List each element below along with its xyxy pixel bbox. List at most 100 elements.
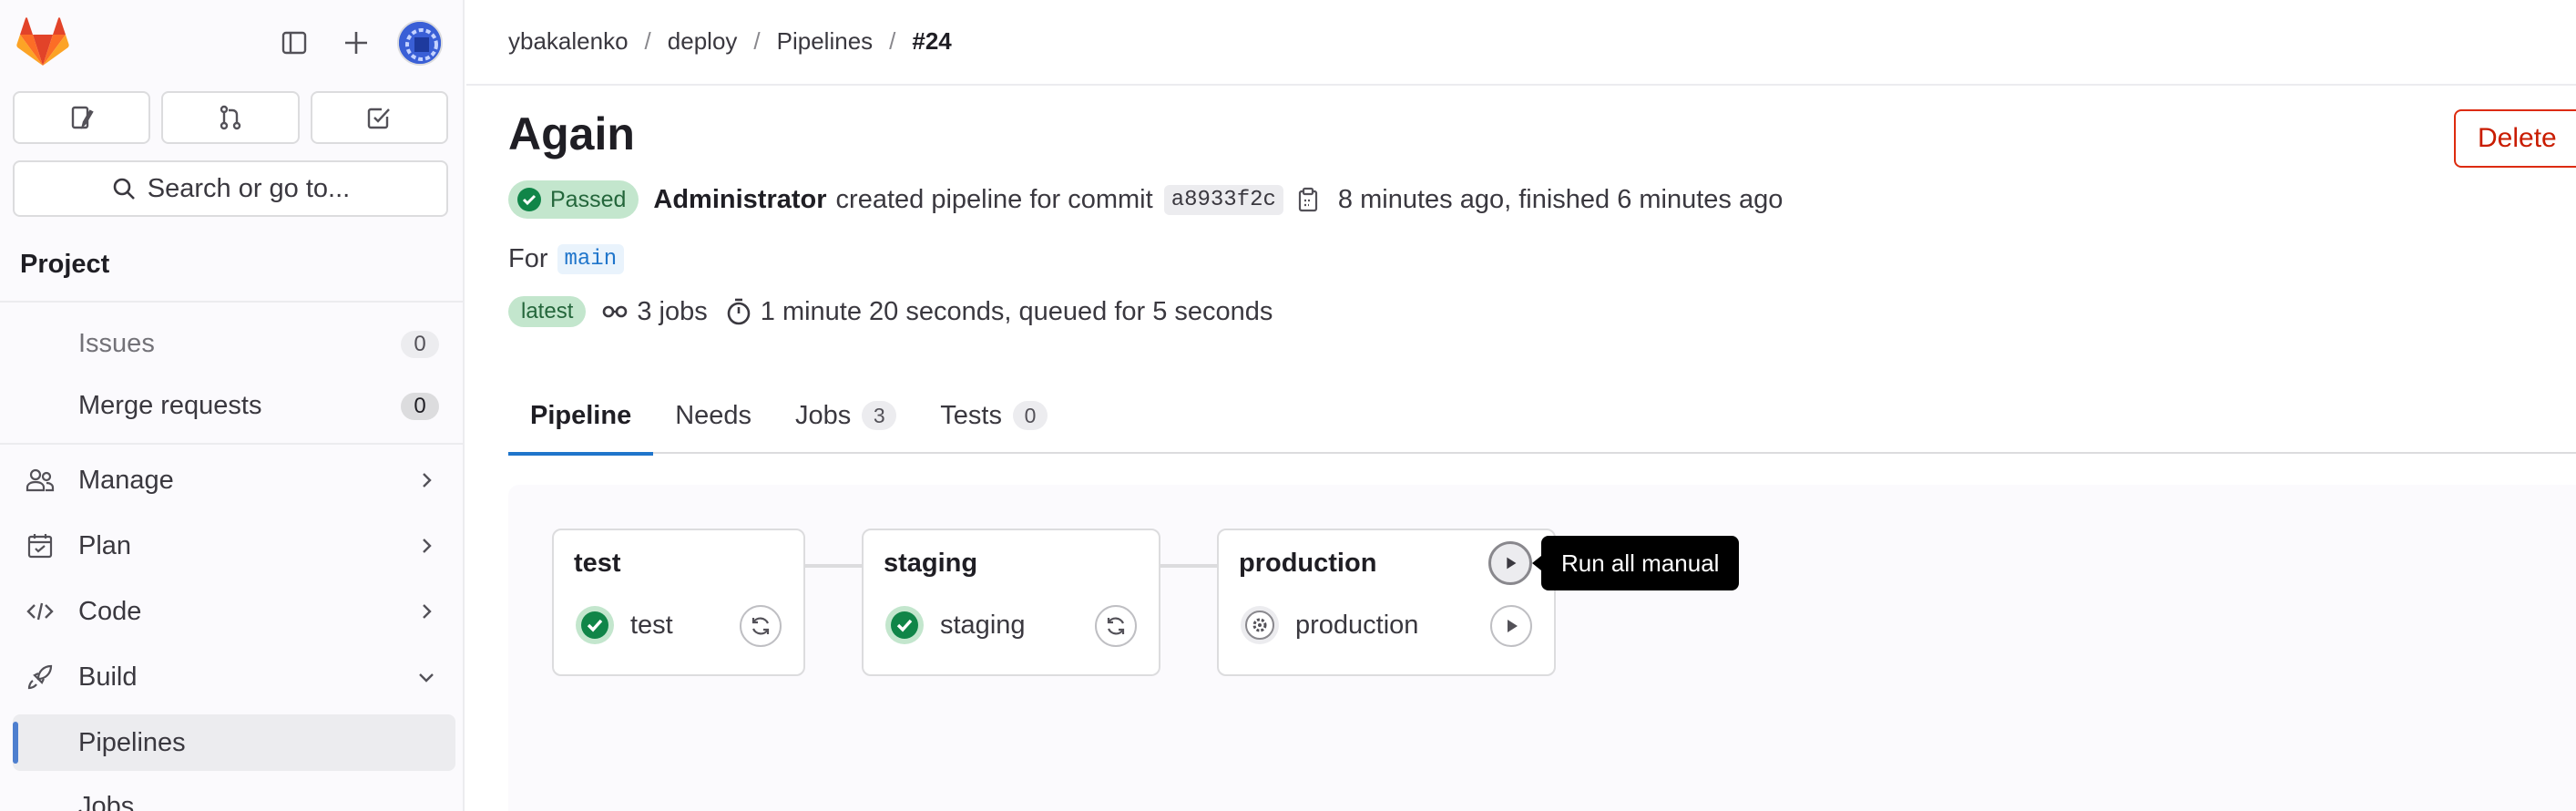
breadcrumb-current[interactable]: #24 [912, 27, 951, 56]
sidebar-item-label: Jobs [78, 791, 135, 811]
chevron-right-icon [423, 473, 432, 488]
plan-icon [27, 534, 53, 559]
code-icon [26, 602, 54, 621]
job-name: production [1295, 610, 1419, 640]
sidebar-item-merge-requests[interactable]: Merge requests 0 [13, 377, 455, 434]
sidebar-item-jobs[interactable]: Jobs [13, 778, 455, 811]
tab-needs[interactable]: Needs [653, 377, 773, 454]
job-name: staging [940, 610, 1026, 640]
play-button[interactable] [1490, 605, 1532, 647]
sidebar-counters [13, 91, 448, 144]
breadcrumb-separator: / [889, 27, 896, 55]
sidebar-item-plan[interactable]: Plan [13, 518, 455, 574]
breadcrumb: ybakalenko / deploy / Pipelines / #24 [508, 27, 952, 56]
chevron-right-icon [423, 539, 432, 553]
timer-icon [727, 298, 751, 325]
stage-title: test [574, 549, 621, 578]
pipeline-stats: latest 3 jobs 1 minute 20 seconds, queue… [508, 293, 1273, 330]
breadcrumb-pipelines[interactable]: Pipelines [777, 27, 874, 56]
search-label: Search or go to... [147, 173, 351, 203]
tab-label: Pipeline [530, 400, 632, 430]
todo-icon [368, 108, 391, 129]
run-all-manual-button[interactable] [1488, 541, 1532, 585]
issues-icon [71, 106, 94, 129]
job-staging[interactable]: staging [884, 601, 1026, 649]
sidebar-header [0, 0, 463, 87]
users-icon [26, 468, 55, 492]
commit-sha[interactable]: a8933f2c [1163, 184, 1283, 215]
user-avatar[interactable] [397, 20, 443, 66]
created-text: created pipeline for commit [835, 184, 1153, 214]
sidebar-item-manage[interactable]: Manage [13, 452, 455, 508]
stage-staging: staging staging [862, 529, 1160, 676]
time-text: 8 minutes ago, finished 6 minutes ago [1337, 184, 1784, 214]
author-link[interactable]: Administrator [653, 185, 826, 215]
top-bar: ybakalenko / deploy / Pipelines / #24 [466, 0, 2576, 86]
sidebar-item-code[interactable]: Code [13, 583, 455, 640]
sidebar-item-label: Merge requests [78, 390, 262, 420]
sidebar-item-label: Code [78, 596, 142, 626]
search-button[interactable]: Search or go to... [13, 160, 448, 217]
merge-requests-count-badge: 0 [401, 393, 439, 420]
pipeline-tabs: Pipeline Needs Jobs 3 Tests 0 [508, 377, 2576, 456]
status-manual-gear-icon [1241, 606, 1279, 644]
sidebar-item-pipelines[interactable]: Pipelines [13, 714, 455, 771]
sidebar-item-issues[interactable]: Issues 0 [13, 315, 455, 372]
tab-pipeline[interactable]: Pipeline [508, 377, 654, 456]
tab-label: Jobs [795, 400, 852, 430]
sidebar-item-label: Build [78, 662, 138, 692]
merge-request-icon [220, 105, 241, 130]
ref-line: For main [508, 241, 625, 277]
job-name: test [630, 610, 673, 640]
for-label: For [508, 243, 548, 273]
issues-counter-button[interactable] [13, 91, 151, 144]
tab-tests[interactable]: Tests 0 [918, 377, 1069, 454]
check-circle-icon [517, 188, 541, 211]
retry-button[interactable] [1095, 605, 1137, 647]
pipeline-meta: Passed Administrator created pipeline fo… [508, 180, 1783, 219]
stage-title: production [1239, 549, 1377, 578]
chevron-down-icon [419, 673, 434, 683]
sidebar: Search or go to... Project Issues 0 Merg… [0, 0, 465, 811]
gitlab-logo-icon[interactable] [16, 16, 69, 69]
pipeline-icon [603, 305, 628, 318]
jobs-count-text: 3 jobs [637, 296, 708, 326]
branch-ref[interactable]: main [557, 243, 625, 274]
sidebar-item-label: Pipelines [78, 727, 186, 757]
stage-test: test test [552, 529, 805, 676]
retry-button[interactable] [740, 605, 782, 647]
breadcrumb-separator: / [644, 27, 651, 55]
job-test[interactable]: test [574, 601, 673, 649]
breadcrumb-separator: / [753, 27, 761, 55]
tab-label: Tests [940, 400, 1002, 430]
delete-button[interactable]: Delete [2454, 109, 2576, 168]
sidebar-item-build[interactable]: Build [13, 649, 455, 705]
tab-jobs[interactable]: Jobs 3 [773, 377, 918, 454]
sidebar-divider [0, 443, 463, 445]
breadcrumb-namespace[interactable]: ybakalenko [508, 27, 629, 56]
job-production[interactable]: production [1239, 601, 1418, 649]
sidebar-item-label: Issues [78, 328, 155, 358]
status-success-icon [885, 606, 924, 644]
status-badge[interactable]: Passed [508, 180, 639, 219]
todo-counter-button[interactable] [310, 91, 448, 144]
copy-icon[interactable] [1294, 186, 1322, 213]
status-label: Passed [550, 186, 627, 212]
retry-icon [1107, 617, 1125, 635]
run-all-manual-tooltip: Run all manual [1531, 536, 1740, 590]
breadcrumb-project[interactable]: deploy [668, 27, 738, 56]
stage-title: staging [884, 549, 978, 578]
play-icon [1507, 557, 1517, 570]
chevron-right-icon [423, 604, 432, 619]
latest-badge: latest [508, 296, 587, 327]
sidebar-divider [0, 301, 463, 303]
tab-count-badge: 3 [862, 401, 897, 430]
plus-icon[interactable] [335, 22, 377, 64]
rocket-icon [27, 664, 53, 690]
play-icon [1508, 620, 1518, 632]
merge-requests-counter-button[interactable] [161, 91, 300, 144]
tab-label: Needs [675, 400, 752, 430]
sidebar-toggle-icon[interactable] [273, 22, 315, 64]
status-success-icon [576, 606, 614, 644]
retry-icon [751, 617, 770, 635]
